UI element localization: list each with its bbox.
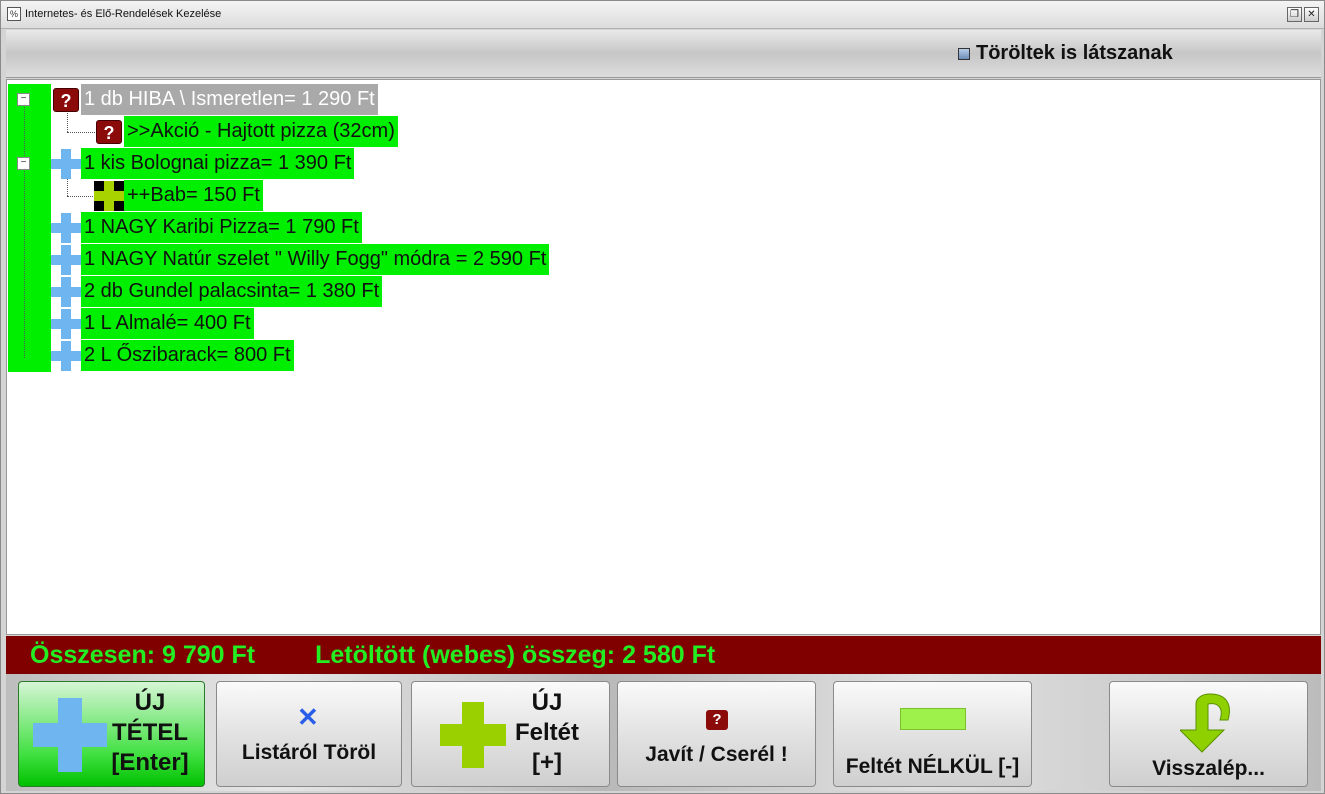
main-window: % Internetes- és Elő-Rendelések Kezelése… xyxy=(0,0,1325,794)
blue-plus-icon xyxy=(51,340,81,371)
collapse-icon[interactable]: − xyxy=(17,93,30,106)
question-icon: ? xyxy=(51,85,81,115)
tree-row[interactable]: 1 kis Bolognai pizza= 1 390 Ft xyxy=(51,148,355,179)
back-label: Visszalép... xyxy=(1152,757,1265,780)
totals-bar: Összesen: 9 790 Ft Letöltött (webes) öss… xyxy=(6,636,1321,674)
minus-icon xyxy=(900,708,966,730)
question-icon: ? xyxy=(706,710,728,730)
downloaded-amount: Letöltött (webes) összeg: 2 580 Ft xyxy=(315,640,716,669)
question-icon: ? xyxy=(94,117,124,147)
collapse-icon[interactable]: − xyxy=(17,157,30,170)
new-item-button[interactable]: ÚJ TÉTEL [Enter] xyxy=(18,681,205,787)
question-mark-glyph: ? xyxy=(96,119,122,144)
show-deleted-label: Töröltek is látszanak xyxy=(976,42,1173,64)
tree-connector xyxy=(67,196,97,197)
tree-row[interactable]: ++Bab= 150 Ft xyxy=(94,180,263,211)
tree-row-label: 1 L Almalé= 400 Ft xyxy=(81,308,254,339)
blue-plus-shape xyxy=(51,244,81,275)
green-plus-icon xyxy=(94,180,124,211)
blue-plus-shape xyxy=(51,340,81,371)
back-button[interactable]: Visszalép... xyxy=(1109,681,1308,787)
tree-row[interactable]: ? >>Akció - Hajtott pizza (32cm) xyxy=(94,116,398,147)
tree-row-label: >>Akció - Hajtott pizza (32cm) xyxy=(124,116,398,147)
tree-row-label: 1 db HIBA \ Ismeretlen= 1 290 Ft xyxy=(81,84,378,115)
question-mark-glyph: ? xyxy=(53,87,79,112)
tree-row[interactable]: 2 L Őszibarack= 800 Ft xyxy=(51,340,294,371)
tree-gutter xyxy=(8,84,51,372)
blue-plus-shape xyxy=(51,212,81,243)
tree-connector xyxy=(24,100,25,358)
new-item-line1: ÚJ xyxy=(134,689,166,716)
blue-plus-shape xyxy=(51,148,81,179)
new-item-line3: [Enter] xyxy=(111,749,189,776)
delete-from-list-label: Listáról Töröl xyxy=(241,741,377,764)
blue-plus-icon xyxy=(33,698,107,772)
tree-row-label: 1 NAGY Natúr szelet " Willy Fogg" módra … xyxy=(81,244,550,275)
tree-row-label: 2 db Gundel palacsinta= 1 380 Ft xyxy=(81,276,383,307)
delete-from-list-button[interactable]: ✕ Listáról Töröl xyxy=(216,681,402,787)
tree-row-label: 2 L Őszibarack= 800 Ft xyxy=(81,340,294,371)
new-item-line2: TÉTEL xyxy=(112,719,188,746)
tree-row[interactable]: ? 1 db HIBA \ Ismeretlen= 1 290 Ft xyxy=(51,84,378,115)
blue-plus-icon xyxy=(51,148,81,179)
new-topping-line1: ÚJ xyxy=(531,689,563,716)
green-plus-icon xyxy=(440,702,506,768)
title-bar: % Internetes- és Elő-Rendelések Kezelése… xyxy=(1,1,1324,29)
new-topping-line3: [+] xyxy=(532,749,562,776)
fix-replace-label: Javít / Cserél ! xyxy=(645,743,788,766)
new-topping-line2: Feltét xyxy=(514,719,579,746)
window-title: Internetes- és Elő-Rendelések Kezelése xyxy=(25,8,222,20)
blue-plus-shape xyxy=(51,308,81,339)
tree-row[interactable]: 1 L Almalé= 400 Ft xyxy=(51,308,254,339)
app-icon: % xyxy=(7,7,21,21)
tree-row[interactable]: 1 NAGY Karibi Pizza= 1 790 Ft xyxy=(51,212,362,243)
tree-row-label: 1 kis Bolognai pizza= 1 390 Ft xyxy=(81,148,355,179)
total-amount: Összesen: 9 790 Ft xyxy=(30,640,256,669)
close-icon[interactable]: ✕ xyxy=(1304,7,1319,22)
tree-row-label: ++Bab= 150 Ft xyxy=(124,180,263,211)
bottom-toolbar: ÚJ TÉTEL [Enter] ✕ Listáról Töröl ÚJ Fel… xyxy=(6,674,1321,791)
x-icon: ✕ xyxy=(297,702,319,732)
tree-row[interactable]: 1 NAGY Natúr szelet " Willy Fogg" módra … xyxy=(51,244,550,275)
checkbox-icon[interactable] xyxy=(958,47,970,60)
show-deleted-checkbox[interactable]: Töröltek is látszanak xyxy=(958,42,1173,65)
arrow-down-icon xyxy=(1180,693,1230,753)
blue-plus-shape xyxy=(51,276,81,307)
tree-row-label: 1 NAGY Karibi Pizza= 1 790 Ft xyxy=(81,212,362,243)
tree-row[interactable]: 2 db Gundel palacsinta= 1 380 Ft xyxy=(51,276,383,307)
new-topping-button[interactable]: ÚJ Feltét [+] xyxy=(411,681,610,787)
green-plus-shape xyxy=(94,180,124,211)
top-toolbar: Töröltek is látszanak xyxy=(6,30,1321,78)
tree-connector xyxy=(67,132,97,133)
blue-plus-icon xyxy=(51,308,81,339)
without-topping-button[interactable]: Feltét NÉLKÜL [-] xyxy=(833,681,1032,787)
blue-plus-icon xyxy=(51,276,81,307)
restore-icon[interactable]: ❐ xyxy=(1287,7,1302,22)
blue-plus-icon xyxy=(51,244,81,275)
fix-replace-button[interactable]: ? Javít / Cserél ! xyxy=(617,681,816,787)
order-tree[interactable]: ? 1 db HIBA \ Ismeretlen= 1 290 Ft −? >>Akc… xyxy=(6,79,1321,635)
blue-plus-icon xyxy=(51,212,81,243)
without-topping-label: Feltét NÉLKÜL [-] xyxy=(845,755,1020,778)
